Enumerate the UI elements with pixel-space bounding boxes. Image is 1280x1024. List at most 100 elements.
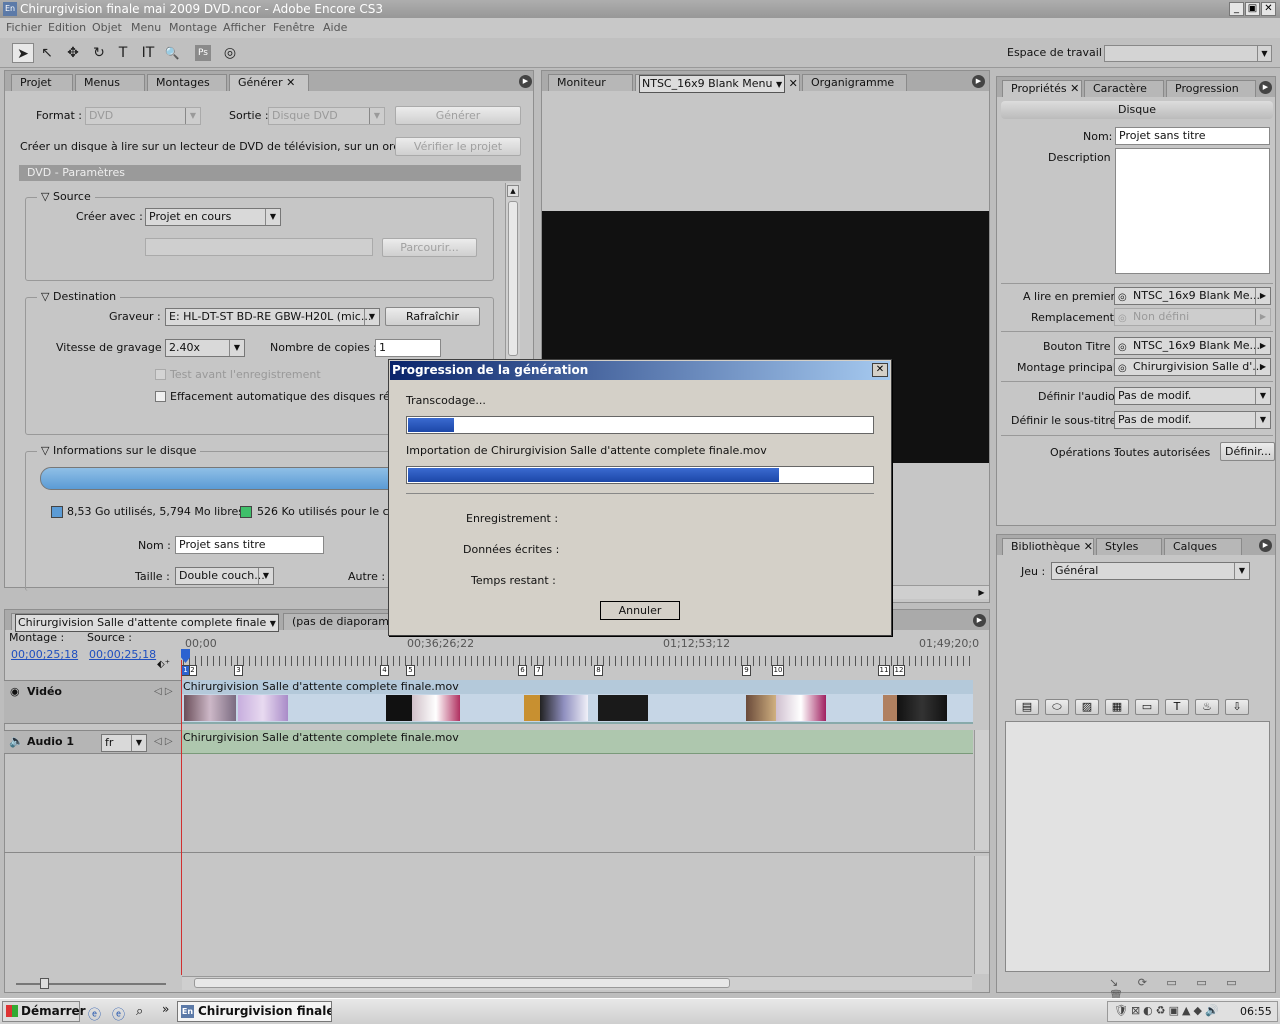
close-tab-icon[interactable]: ✕ (286, 76, 295, 89)
menu-afficher[interactable]: Afficher (223, 18, 265, 38)
refresh-button[interactable]: Rafraîchir (385, 307, 480, 326)
menu-aide[interactable]: Aide (323, 18, 347, 38)
zoom-slider[interactable] (6, 978, 178, 990)
disc-info-group-title[interactable]: ▽ Informations sur le disque (37, 444, 201, 457)
audio-clip[interactable]: Chirurgivision Salle d'attente complete … (182, 730, 973, 754)
audio-language-select[interactable]: fr ▼ (101, 734, 147, 752)
chapter-marker[interactable]: 12 (893, 665, 905, 676)
menu-menu[interactable]: Menu (131, 18, 161, 38)
generate-button[interactable]: Générer (395, 106, 521, 125)
close-icon[interactable]: ✕ (872, 363, 888, 377)
set-subtitle-select[interactable]: Pas de modif. ▼ (1114, 411, 1271, 429)
prop-description-input[interactable] (1115, 148, 1270, 274)
title-button-select[interactable]: ◎ NTSC_16x9 Blank Me... ▶ (1114, 337, 1271, 355)
close-tab-icon[interactable]: ✕ (789, 77, 798, 90)
burn-speed-select[interactable]: 2.40x ▼ (165, 339, 245, 357)
cancel-button[interactable]: Annuler (600, 601, 680, 620)
create-with-select[interactable]: Projet en cours ▼ (145, 208, 281, 226)
prop-name-input[interactable]: Projet sans titre (1115, 127, 1270, 145)
workspace-select[interactable]: ▼ (1104, 45, 1272, 62)
eye-icon[interactable]: ◉ (10, 685, 20, 698)
selection-tool-icon[interactable]: ➤ (12, 43, 34, 63)
rotate-tool-icon[interactable]: ↻ (88, 43, 110, 63)
source-path-field[interactable] (145, 238, 373, 256)
chapter-marker[interactable]: 4 (380, 665, 389, 676)
pickwhip-icon[interactable]: ◎ (1118, 290, 1127, 304)
main-timeline-select[interactable]: ◎ Chirurgivision Salle d'... ▶ (1114, 358, 1271, 376)
maximize-button[interactable]: ▣ (1245, 2, 1260, 16)
ie-icon[interactable]: ⓔ (88, 1004, 101, 1023)
menu-icon[interactable]: ▦ (1105, 699, 1129, 715)
text-icon[interactable]: T (1165, 699, 1189, 715)
chapter-marker[interactable]: 7 (534, 665, 543, 676)
tab-styles[interactable]: Styles (1096, 538, 1162, 555)
taskbar-encore-task[interactable]: En Chirurgivision finale ... (177, 1001, 332, 1022)
tab-projet[interactable]: Projet (11, 74, 73, 91)
speaker-icon[interactable]: 🔈 (9, 734, 24, 748)
tab-blank-menu[interactable]: NTSC_16x9 Blank Menu ▼ ✕ (635, 74, 800, 93)
quicklaunch-more[interactable]: » (162, 1002, 169, 1016)
tab-calques[interactable]: Calques (1164, 538, 1242, 555)
chapter-marker[interactable]: 3 (234, 665, 243, 676)
tray-icons[interactable]: 🛡⊠◐♻▣▲◆🔊 (1114, 1004, 1222, 1017)
destination-group-title[interactable]: ▽ Destination (37, 290, 121, 303)
source-group-title[interactable]: ▽ Source (37, 190, 95, 203)
import-icon[interactable]: ⇩ (1225, 699, 1249, 715)
preview-icon[interactable]: ◎ (219, 43, 241, 63)
menu-objet[interactable]: Objet (92, 18, 122, 38)
timeline-hscrollbar[interactable] (182, 976, 972, 990)
pickwhip-icon[interactable]: ◎ (1118, 361, 1127, 375)
library-set-select[interactable]: Général ▼ (1051, 562, 1250, 580)
tab-organigramme[interactable]: Organigramme (802, 74, 907, 91)
library-actions[interactable]: ↘ ⟳ ▭ ▭ ▭ 🗑 (1109, 976, 1269, 1002)
add-marker-icon[interactable]: ⬖⁺ (157, 659, 170, 670)
start-button[interactable]: Démarrer (2, 1001, 86, 1022)
vertical-text-tool-icon[interactable]: IT (137, 43, 159, 63)
nav-arrows-icon[interactable]: ◁ ▷ (154, 736, 173, 747)
tab-progression[interactable]: Progression (1166, 80, 1256, 97)
folder-icon[interactable]: ▭ (1135, 699, 1159, 715)
pickwhip-icon[interactable]: ◎ (1118, 311, 1127, 325)
chapter-marker[interactable]: 6 (518, 665, 527, 676)
panel-menu-icon[interactable]: ▶ (972, 75, 985, 88)
disc-name-input[interactable]: Projet sans titre (175, 536, 324, 554)
define-operations-button[interactable]: Définir... (1220, 442, 1275, 461)
library-items-area[interactable] (1005, 721, 1270, 972)
chapter-marker[interactable]: 10 (772, 665, 784, 676)
chapter-marker[interactable]: 5 (406, 665, 415, 676)
chapter-marker[interactable]: 1 (181, 665, 190, 676)
browser-icon[interactable]: ⓔ (112, 1004, 125, 1023)
format-select[interactable]: DVD ▼ (85, 107, 201, 125)
source-timecode[interactable]: 00;00;25;18 (89, 648, 156, 661)
panel-menu-icon[interactable]: ▶ (973, 614, 986, 627)
zoom-tool-icon[interactable]: 🔍 (161, 43, 183, 63)
tab-menus[interactable]: Menus (75, 74, 145, 91)
panel-menu-icon[interactable]: ▶ (1259, 539, 1272, 552)
timeline-select[interactable]: Chirurgivision Salle d'attente complete … (15, 614, 279, 632)
blank-menu-select[interactable]: NTSC_16x9 Blank Menu ▼ (639, 75, 786, 93)
override-select[interactable]: ◎ Non défini ▶ (1114, 308, 1271, 326)
disc-size-select[interactable]: Double couch... ▼ (175, 567, 274, 585)
verify-project-button[interactable]: Vérifier le projet (395, 137, 521, 156)
nav-arrows-icon[interactable]: ◁ ▷ (154, 686, 173, 697)
tab-slideshow[interactable]: (pas de diaporama) (283, 613, 393, 630)
close-window-button[interactable]: ✕ (1261, 2, 1276, 16)
move-tool-icon[interactable]: ✥ (62, 43, 84, 63)
shape-icon[interactable]: ⬭ (1045, 699, 1069, 715)
close-tab-icon[interactable]: ✕ (1070, 82, 1079, 95)
zoom-slider-thumb[interactable] (40, 978, 49, 989)
menu-edition[interactable]: Edition (48, 18, 86, 38)
menu-fichier[interactable]: Fichier (6, 18, 42, 38)
tab-bibliotheque[interactable]: Bibliothèque ✕ (1002, 538, 1094, 555)
timeline-ruler[interactable] (183, 656, 973, 666)
chapter-marker[interactable]: 11 (878, 665, 890, 676)
tab-main-timeline[interactable]: Chirurgivision Salle d'attente complete … (11, 613, 292, 632)
video-clip-label-bar[interactable]: Chirurgivision Salle d'attente complete … (182, 680, 973, 694)
tab-montages[interactable]: Montages (147, 74, 227, 91)
auto-erase-checkbox[interactable] (155, 391, 166, 402)
params-scrollbar[interactable]: ▲ (505, 183, 520, 359)
set-audio-select[interactable]: Pas de modif. ▼ (1114, 387, 1271, 405)
minimize-button[interactable]: _ (1229, 2, 1244, 16)
first-play-select[interactable]: ◎ NTSC_16x9 Blank Me... ▶ (1114, 287, 1271, 305)
chapter-marker[interactable]: 8 (594, 665, 603, 676)
